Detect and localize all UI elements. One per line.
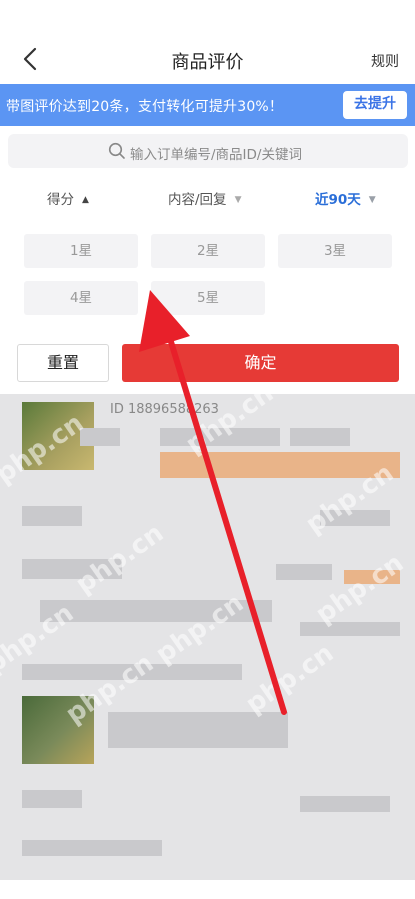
improve-button[interactable]: 去提升 [343,91,407,119]
mosaic-block [22,506,82,526]
mosaic-block [300,622,400,636]
mosaic-block [22,840,162,856]
star-option-2[interactable]: 2星 [151,234,265,268]
search-input[interactable]: 输入订单编号/商品ID/关键词 [8,134,408,168]
review-list-mosaic: ID 18896588263 php.cn php.cn php.cn php.… [0,394,415,880]
caret-down-icon: ▼ [368,195,376,205]
bottom-area [0,880,415,899]
reset-button[interactable]: 重置 [17,344,109,382]
mosaic-block [22,790,82,808]
filter-bar: 得分 ▲ 内容/回复 ▼ 近90天 ▼ [0,180,415,214]
review-id: ID 18896588263 [110,402,219,417]
filter-score-label: 得分 [47,192,74,208]
banner-text: 带图评价达到20条，支付转化可提升30%！ [6,99,284,115]
page-title: 商品评价 [171,52,244,73]
search-icon [108,142,125,159]
watermark: php.cn [310,548,410,630]
star-option-4[interactable]: 4星 [24,281,138,315]
mosaic-block [300,796,390,812]
filter-date-range[interactable]: 近90天 ▼ [315,188,376,208]
confirm-button[interactable]: 确定 [122,344,399,382]
filter-content-label: 内容/回复 [168,192,227,208]
promo-banner: 带图评价达到20条，支付转化可提升30%！ 去提升 [0,84,415,126]
caret-up-icon: ▲ [82,195,89,205]
top-nav: 商品评价 规则 [0,0,415,84]
watermark: php.cn [240,638,340,720]
star-option-1[interactable]: 1星 [24,234,138,268]
star-option-5[interactable]: 5星 [151,281,265,315]
caret-down-icon: ▼ [234,195,242,205]
rules-link[interactable]: 规则 [371,51,399,71]
filter-date-label: 近90天 [315,192,361,208]
mosaic-block [290,428,350,446]
star-option-3[interactable]: 3星 [278,234,392,268]
search-placeholder: 输入订单编号/商品ID/关键词 [130,147,302,163]
mosaic-block [276,564,332,580]
filter-score[interactable]: 得分 ▲ [47,188,89,208]
filter-content-reply[interactable]: 内容/回复 ▼ [168,188,241,208]
